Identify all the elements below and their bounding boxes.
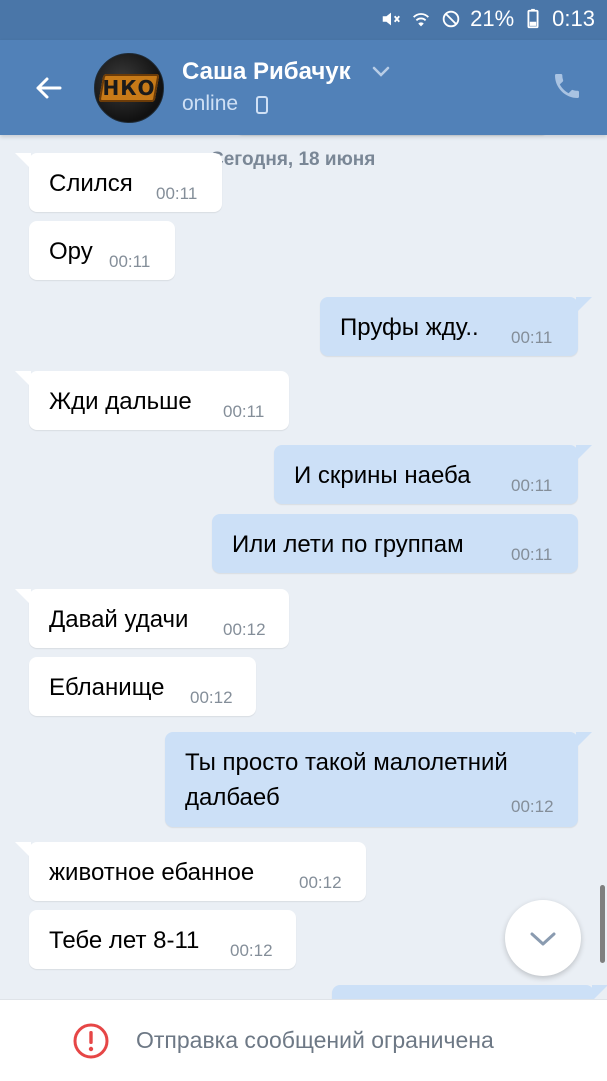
message-time: 00:11 — [109, 252, 151, 271]
back-button[interactable] — [28, 68, 68, 108]
mute-icon — [380, 8, 402, 30]
message-bubble-incoming[interactable]: животное ебанное 00:12 — [15, 842, 366, 901]
message-time: 00:11 — [156, 184, 198, 203]
message-bubble-incoming[interactable]: Ебланище 00:12 — [29, 657, 256, 716]
message-text: Ебланище — [49, 674, 165, 701]
message-bubble-outgoing[interactable]: Пруфы жду.. 00:11 — [320, 297, 592, 356]
message-time: 00:11 — [511, 545, 553, 564]
mobile-device-icon — [256, 96, 268, 114]
message-text: Или лети по группам — [232, 531, 464, 558]
message-list[interactable]: Сегодня, 18 июня Слился 00:11 Ору 00:11 … — [0, 135, 607, 999]
wifi-icon — [410, 8, 432, 30]
message-time: 00:12 — [511, 797, 554, 816]
phone-icon — [555, 74, 579, 98]
contact-status: online — [182, 92, 239, 115]
message-bubble-incoming[interactable]: Тебе лет 8-11 00:12 — [29, 910, 296, 969]
message-time: 00:12 — [230, 941, 273, 960]
message-bubble-incoming[interactable]: Жди дальше 00:11 — [15, 371, 289, 430]
message-time: 00:11 — [511, 476, 553, 495]
scrollbar[interactable] — [600, 885, 605, 963]
message-text-line-1: Ты просто такой малолетний — [185, 749, 508, 776]
message-text: И скрины наеба — [294, 462, 471, 489]
status-icons: 21% 0:13 — [380, 6, 595, 32]
alert-icon — [73, 1023, 109, 1059]
message-bubble-outgoing[interactable]: И скрины наеба 00:11 — [274, 445, 592, 504]
message-bubble-incoming[interactable]: Давай удачи 00:12 — [15, 589, 289, 648]
arrow-left-icon — [36, 77, 62, 99]
call-button[interactable] — [551, 70, 583, 102]
message-text: Слился — [49, 170, 133, 197]
message-text-line-2: далбаеб — [185, 784, 280, 811]
bubble-tail — [576, 445, 592, 461]
restriction-bar: Отправка сообщений ограничена — [0, 999, 607, 1081]
bubble-tail — [15, 371, 31, 387]
bubble-tail — [15, 842, 31, 858]
message-text: Тебе лет 8-11 — [49, 927, 200, 954]
bubble-tail — [576, 297, 592, 313]
message-bubble-incoming[interactable]: Слился 00:11 — [15, 153, 222, 212]
no-signal-icon — [440, 8, 462, 30]
battery-icon — [522, 8, 544, 30]
restriction-text: Отправка сообщений ограничена — [136, 1027, 494, 1053]
message-text: Пруфы жду.. — [340, 314, 479, 341]
chevron-down-icon[interactable] — [372, 65, 390, 79]
message-time: 00:11 — [511, 328, 553, 347]
bubble-tail — [576, 732, 592, 748]
message-time: 00:12 — [299, 873, 342, 892]
chevron-down-icon — [530, 932, 556, 946]
chat-header: НКО Саша Рибачук online — [0, 40, 607, 135]
contact-name[interactable]: Саша Рибачук — [182, 58, 351, 86]
message-bubble-outgoing[interactable]: Ты просто такой малолетний далбаеб 00:12 — [165, 732, 592, 827]
date-separator: Сегодня, 18 июня — [200, 149, 386, 171]
message-time: 00:11 — [223, 402, 265, 421]
message-time: 00:12 — [223, 620, 266, 639]
bubble-tail — [592, 985, 607, 999]
bubble-tail — [15, 589, 31, 605]
message-bubble-outgoing[interactable]: Или лети по группам 00:11 — [212, 514, 578, 573]
message-text: животное ебанное — [49, 859, 255, 886]
message-text: Давай удачи — [49, 606, 189, 633]
status-bar: 21% 0:13 — [0, 0, 607, 40]
clock: 0:13 — [552, 6, 595, 31]
avatar-logo-text: НКО — [102, 76, 156, 100]
battery-percent: 21% — [470, 6, 515, 31]
message-bubble-incoming[interactable]: Ору 00:11 — [29, 221, 175, 280]
message-bubble-partial — [332, 985, 607, 999]
avatar[interactable]: НКО — [94, 53, 164, 123]
message-time: 00:12 — [190, 688, 233, 707]
bubble-tail — [15, 153, 31, 169]
message-text: Жди дальше — [49, 388, 192, 415]
scroll-to-bottom-button[interactable] — [505, 900, 581, 976]
message-text: Ору — [49, 238, 93, 265]
